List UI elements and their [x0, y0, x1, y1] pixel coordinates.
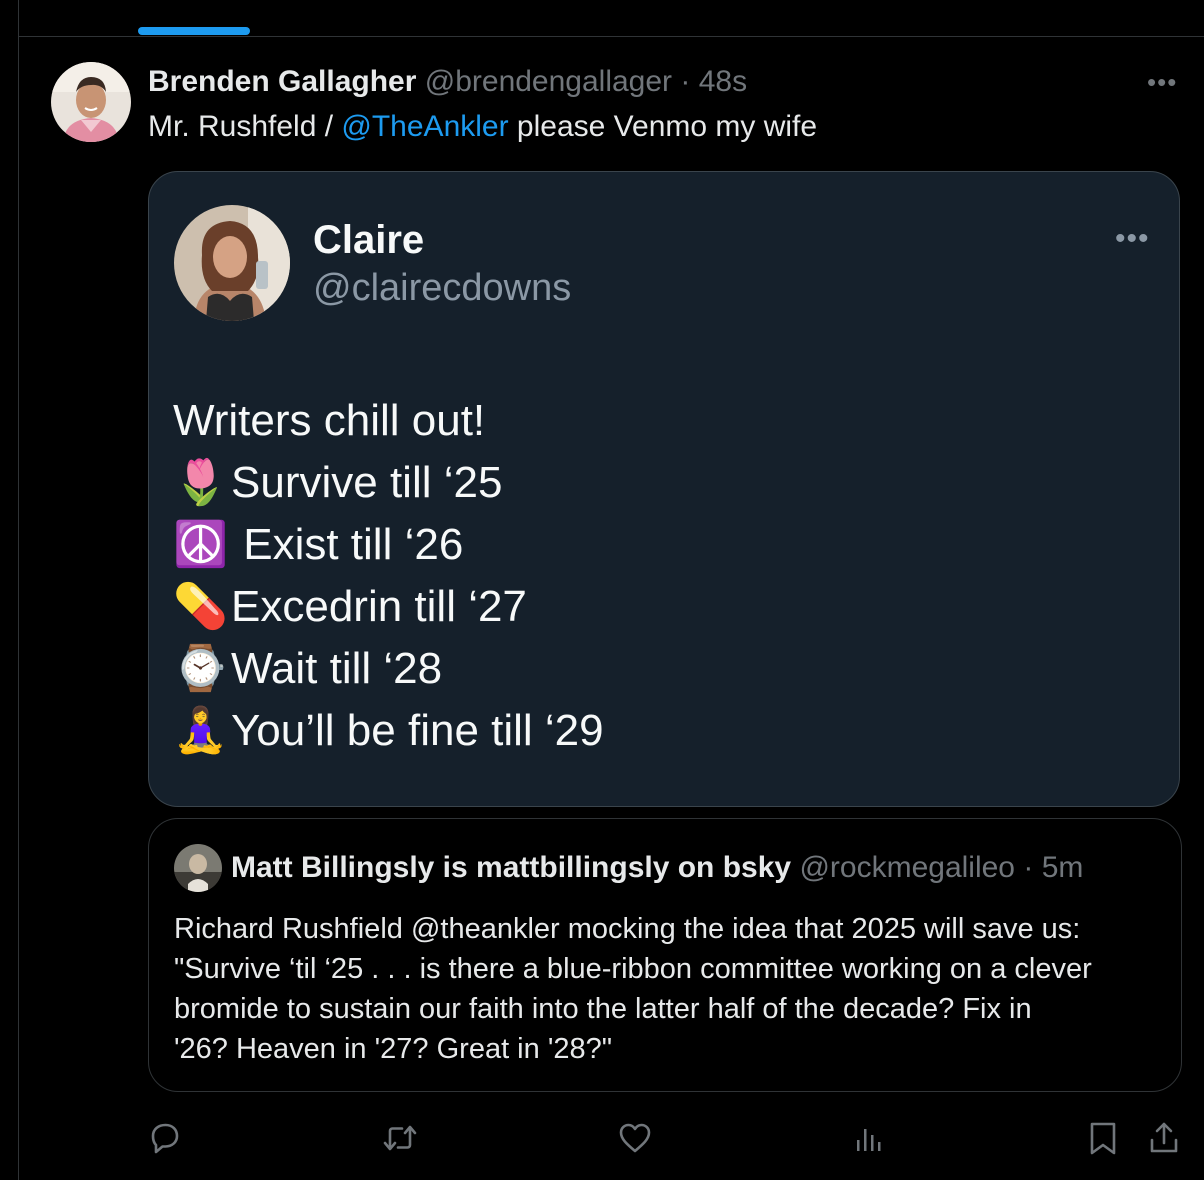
poem-line: ⌚Wait till ‘28	[173, 638, 604, 700]
meditation-icon: 🧘‍♀️	[173, 706, 228, 755]
tweet-header: Brenden Gallagher @brendengallager · 48s	[148, 62, 747, 102]
poem-line-text: Exist till ‘26	[231, 520, 464, 569]
tweet-text-end: please Venmo my wife	[508, 110, 818, 143]
poem-line-text: You’ll be fine till ‘29	[231, 706, 604, 755]
reply-icon[interactable]	[145, 1118, 185, 1158]
embedded-post-text: Writers chill out! 🌷Survive till ‘25 ☮️ …	[173, 390, 604, 762]
embedded-handle: @clairecdowns	[313, 267, 572, 309]
quote-text-line: "Survive ‘til ‘25 . . . is there a blue-…	[174, 953, 1092, 985]
attached-image[interactable]: Claire @clairecdowns ••• Writers chill o…	[148, 171, 1180, 807]
embedded-name: Claire	[313, 218, 425, 262]
quote-avatar[interactable]	[174, 844, 222, 892]
quoted-tweet[interactable]: Matt Billingsly is mattbillingsly on bsk…	[148, 818, 1182, 1092]
quote-timestamp[interactable]: 5m	[1042, 851, 1084, 884]
poem-line-text: Excedrin till ‘27	[231, 582, 527, 631]
quote-author-handle[interactable]: @rockmegalileo	[799, 851, 1015, 884]
quote-text-line: '26? Heaven in '27? Great in '28?"	[174, 1033, 613, 1065]
header-separator: ·	[680, 65, 691, 98]
tweet-text: Mr. Rushfeld / @TheAnkler please Venmo m…	[148, 107, 817, 147]
avatar[interactable]	[51, 62, 131, 142]
quote-separator: ·	[1023, 851, 1034, 884]
quote-text: Richard Rushfield @theankler mocking the…	[174, 909, 1174, 1069]
retweet-icon[interactable]	[380, 1118, 420, 1158]
poem-line-text: Wait till ‘28	[231, 644, 443, 693]
bookmark-icon[interactable]	[1083, 1118, 1123, 1158]
tweet-text-start: Mr. Rushfeld /	[148, 110, 342, 143]
quote-header: Matt Billingsly is mattbillingsly on bsk…	[231, 848, 1083, 888]
poem-line-text: Writers chill out!	[173, 396, 486, 445]
quote-text-line: Richard Rushfield @theankler mocking the…	[174, 913, 1081, 945]
share-icon[interactable]	[1144, 1118, 1184, 1158]
embedded-avatar	[174, 205, 290, 321]
poem-line: 🧘‍♀️You’ll be fine till ‘29	[173, 700, 604, 762]
column-border	[18, 0, 19, 1180]
author-name[interactable]: Brenden Gallagher	[148, 65, 416, 98]
author-handle[interactable]: @brendengallager	[425, 65, 672, 98]
poem-line: 🌷Survive till ‘25	[173, 452, 604, 514]
poem-line: Writers chill out!	[173, 390, 604, 452]
quote-text-line: bromide to sustain our faith into the la…	[174, 993, 1032, 1025]
more-options-icon[interactable]: •••	[1147, 69, 1177, 95]
pill-icon: 💊	[173, 582, 228, 631]
active-tab-indicator	[138, 27, 250, 35]
poem-line: ☮️ Exist till ‘26	[173, 514, 604, 576]
watch-icon: ⌚	[173, 644, 228, 693]
poem-line: 💊Excedrin till ‘27	[173, 576, 604, 638]
peace-icon: ☮️	[173, 520, 228, 569]
timeline-frame: Brenden Gallagher @brendengallager · 48s…	[0, 0, 1204, 1180]
poem-line-text: Survive till ‘25	[231, 458, 503, 507]
views-icon[interactable]	[850, 1118, 890, 1158]
timestamp[interactable]: 48s	[699, 65, 747, 98]
like-icon[interactable]	[615, 1118, 655, 1158]
tab-divider	[18, 36, 1204, 37]
quote-author-name[interactable]: Matt Billingsly is mattbillingsly on bsk…	[231, 851, 791, 884]
tulip-icon: 🌷	[173, 458, 228, 507]
mention-link[interactable]: @TheAnkler	[341, 110, 508, 143]
embedded-more-icon: •••	[1115, 222, 1150, 255]
